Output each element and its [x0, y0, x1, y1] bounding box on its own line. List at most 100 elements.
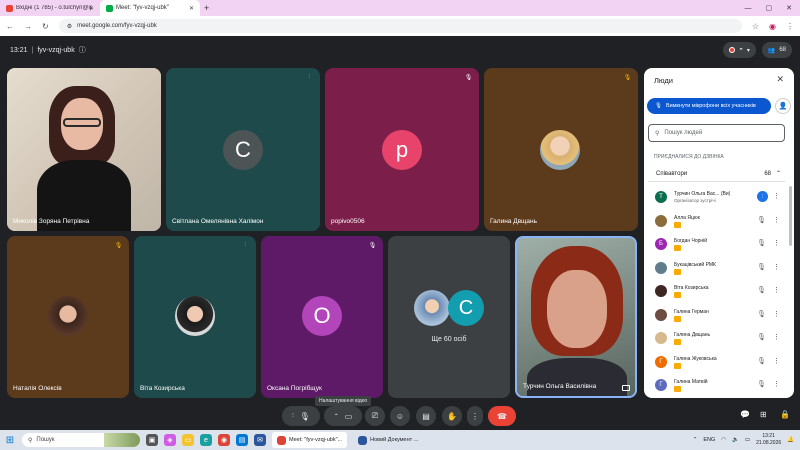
activities-icon[interactable]: ⊞ — [760, 410, 767, 419]
minimize-icon[interactable]: — — [745, 5, 752, 12]
mic-off-icon[interactable]: 🎙 — [757, 333, 766, 341]
recording-button[interactable]: ◓ ▾ — [723, 42, 756, 58]
person-name: Турчин Ольга Вас... (Ви) — [674, 191, 731, 197]
close-icon[interactable]: ✕ — [189, 5, 194, 12]
notifications-icon[interactable]: 🔔 — [787, 437, 794, 443]
participant-tile[interactable]: 🎙 p popivo0506 — [325, 68, 479, 231]
host-controls-icon[interactable]: 🔒 — [780, 410, 790, 419]
speaking-icon: ⫶ — [308, 74, 311, 80]
more-options-icon[interactable]: ⋮ — [773, 192, 780, 200]
more-options-icon[interactable]: ⋮ — [773, 380, 780, 388]
list-item[interactable]: Б Богдан Чорній 🎙 ⋮ — [648, 233, 788, 257]
mic-off-icon[interactable]: 🎙 — [757, 310, 766, 318]
list-item[interactable]: Г Галина Матвій 🎙 ⋮ — [648, 374, 788, 398]
more-options-icon[interactable]: ⋮ — [773, 333, 780, 341]
list-item[interactable]: Галина Герман 🎙 ⋮ — [648, 304, 788, 328]
mic-off-icon[interactable]: 🎙 — [757, 357, 766, 365]
badge-icon — [674, 268, 681, 275]
tab-gmail[interactable]: Вхідні (1 785) - o.tulchyn@ipp... ✕ — [0, 0, 100, 16]
raise-hand-button[interactable]: ✋ — [442, 406, 462, 426]
participant-name: popivo0506 — [331, 218, 365, 225]
people-icon: 👥 — [767, 47, 776, 54]
list-item[interactable]: Г Галина Жуковська 🎙 ⋮ — [648, 351, 788, 375]
participant-tile[interactable]: ⫶ Віта Козирська — [134, 236, 256, 398]
more-options-icon[interactable]: ⋮ — [773, 286, 780, 294]
more-participants-tile[interactable]: С Ще 60 осіб — [388, 236, 510, 398]
participant-tile[interactable]: 🎙 О Оксана Погрібщук — [261, 236, 383, 398]
scrollbar[interactable] — [789, 186, 792, 246]
more-options-icon[interactable]: ⋮ — [773, 310, 780, 318]
copilot-icon[interactable]: ◈ — [164, 434, 176, 446]
edge-icon[interactable]: e — [200, 434, 212, 446]
taskbar-search[interactable]: ⚲ Пошук — [22, 433, 140, 447]
search-input[interactable]: ⚲ Пошук людей — [648, 124, 785, 142]
wifi-icon[interactable]: ◠ — [721, 437, 726, 443]
reload-icon[interactable]: ↻ — [42, 22, 49, 31]
back-icon[interactable]: ← — [6, 22, 14, 31]
more-options-icon[interactable]: ⋮ — [773, 239, 780, 247]
bookmark-icon[interactable]: ☆ — [752, 22, 759, 31]
participant-tile[interactable]: Миколів Зоряна Петрівна — [7, 68, 161, 231]
mic-off-icon[interactable]: 🎙 — [757, 263, 766, 271]
camera-button[interactable]: ⌃ ▭ — [324, 406, 362, 426]
site-info-icon[interactable]: ⚙ — [67, 23, 72, 30]
store-icon[interactable]: ▤ — [236, 434, 248, 446]
clock[interactable]: 13:21 21.08.2026 — [756, 433, 781, 447]
list-item[interactable]: Галина Двщань 🎙 ⋮ — [648, 327, 788, 351]
leave-call-button[interactable]: ☎ — [488, 406, 516, 426]
glasses-icon — [63, 118, 101, 127]
menu-icon[interactable]: ⋮ — [786, 22, 794, 31]
list-item[interactable]: Віта Козирська 🎙 ⋮ — [648, 280, 788, 304]
tab-meet[interactable]: Meet: "fyv-vzqj-ubk" ✕ — [100, 0, 200, 16]
mic-off-icon[interactable]: 🎙 — [757, 216, 766, 224]
task-view-icon[interactable]: ▣ — [146, 434, 158, 446]
reactions-button[interactable]: ☺ — [390, 406, 410, 426]
present-button[interactable]: ⎚ — [365, 406, 385, 426]
info-icon[interactable]: ⓘ — [79, 45, 86, 55]
mic-off-icon[interactable]: 🎙 — [757, 380, 766, 388]
language-indicator[interactable]: ENG — [703, 437, 715, 443]
participant-tile[interactable]: 🎙 Галина Двщань — [484, 68, 638, 231]
participant-tile[interactable]: ⫶ С Світлана Омелянівна Халімон — [166, 68, 320, 231]
battery-icon[interactable]: ▭ — [745, 437, 750, 443]
close-icon[interactable]: ✕ — [89, 5, 94, 12]
more-options-icon[interactable]: ⋮ — [773, 263, 780, 271]
forward-icon[interactable]: → — [24, 22, 32, 31]
close-icon[interactable]: ✕ — [776, 74, 784, 85]
url-field[interactable]: ⚙ meet.google.com/fyv-vzqj-ubk — [58, 19, 742, 33]
taskbar-app-meet[interactable]: Meet: "fyv-vzqj-ubk"... — [272, 432, 348, 448]
list-item[interactable]: Т Турчин Ольга Вас... (Ви) Організатор з… — [648, 186, 788, 210]
participants-button[interactable]: 👥 68 — [761, 42, 792, 58]
mail-icon[interactable]: ✉ — [254, 434, 266, 446]
new-tab-button[interactable]: + — [204, 3, 209, 13]
close-window-icon[interactable]: ✕ — [786, 4, 792, 12]
mute-all-button[interactable]: 🎙 Вимкнути мікрофони всіх учасників — [647, 98, 771, 114]
taskbar-app-word[interactable]: Новий Документ ... — [353, 432, 423, 448]
add-person-icon[interactable]: 👤 — [775, 98, 791, 114]
windows-start-icon[interactable]: ⊞ — [4, 434, 16, 446]
chevron-up-icon[interactable]: ⌃ — [693, 437, 698, 443]
search-icon: ⚲ — [28, 437, 33, 444]
chat-icon[interactable]: 💬 — [740, 410, 750, 419]
pin-icon[interactable] — [622, 385, 630, 391]
list-item[interactable]: Букацівський РМК 🎙 ⋮ — [648, 257, 788, 281]
more-options-button[interactable]: ⋮ — [467, 406, 483, 426]
more-options-icon[interactable]: ⋮ — [773, 357, 780, 365]
group-header[interactable]: Співавтори 68 ⌃ — [648, 166, 785, 182]
mic-button[interactable]: ⫶ 🎙 — [282, 406, 320, 426]
file-explorer-icon[interactable]: ▭ — [182, 434, 194, 446]
more-options-icon[interactable]: ⋮ — [773, 216, 780, 224]
header-actions: ◓ ▾ 👥 68 — [723, 42, 792, 58]
avatar: О — [302, 296, 342, 336]
maximize-icon[interactable]: ▢ — [766, 4, 773, 12]
captions-button[interactable]: ▤ — [416, 406, 436, 426]
mic-off-icon[interactable]: 🎙 — [757, 239, 766, 247]
mic-off-icon[interactable]: 🎙 — [757, 286, 766, 294]
list-item[interactable]: Алла Яцюк 🎙 ⋮ — [648, 210, 788, 234]
chrome-icon[interactable]: ◉ — [218, 434, 230, 446]
profile-icon[interactable]: ◉ — [769, 22, 776, 31]
volume-icon[interactable]: 🔈 — [732, 437, 739, 443]
participant-tile[interactable]: 🎙 Наталія Олексів — [7, 236, 129, 398]
search-label: Пошук — [36, 437, 55, 443]
participant-tile[interactable]: Турчин Ольга Василівна — [515, 236, 637, 398]
